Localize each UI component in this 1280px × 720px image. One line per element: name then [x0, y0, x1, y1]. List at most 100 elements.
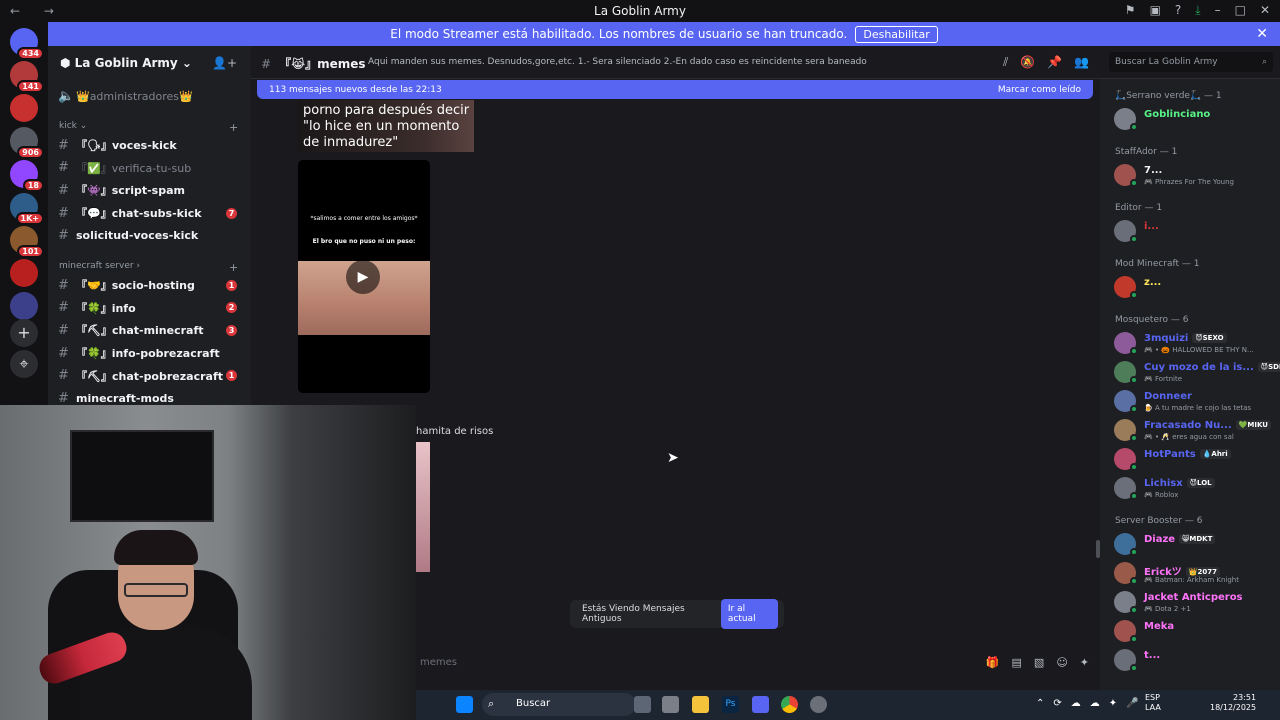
server-icon[interactable]: 141: [10, 61, 44, 93]
apps-icon[interactable]: ✦: [1080, 656, 1089, 669]
member-item[interactable]: Lichisx 😈LOL 🎮 Roblox: [1114, 475, 1278, 503]
search-input[interactable]: Buscar La Goblin Army ⌕: [1109, 52, 1273, 72]
member-item[interactable]: Donneer 🍺 A tu madre le cojo las tetas: [1114, 388, 1278, 416]
server-icon[interactable]: [10, 94, 38, 122]
admin-channel[interactable]: 🔈 👑administradores👑: [58, 86, 243, 106]
server-icon[interactable]: 906: [10, 127, 44, 159]
member-name: 7...: [1144, 165, 1163, 176]
video-attachment[interactable]: *salimos a comer entre los amigos* El br…: [298, 160, 430, 393]
sticker-icon[interactable]: ▧: [1034, 656, 1044, 669]
server-icon[interactable]: [10, 259, 38, 287]
member-item[interactable]: z...: [1114, 274, 1278, 302]
clock[interactable]: 23:51 18/12/2025: [1210, 693, 1256, 713]
image-attachment-partial[interactable]: [416, 442, 430, 572]
member-group-header: Mosquetero — 6: [1115, 315, 1189, 325]
gif-icon[interactable]: ▤: [1012, 656, 1022, 669]
add-server-icon[interactable]: +: [10, 319, 38, 347]
emoji-icon[interactable]: ☺: [1056, 656, 1067, 669]
server-icon[interactable]: [10, 292, 38, 320]
member-item[interactable]: Erickツ 👑2077 🎮 Batman: Arkham Knight: [1114, 560, 1278, 588]
member-item[interactable]: 7... 🎮 Phrazes For The Young: [1114, 162, 1278, 190]
steam-icon[interactable]: [810, 696, 827, 713]
discord-icon[interactable]: [752, 696, 769, 713]
composer-icons: 🎁 ▤ ▧ ☺ ✦: [986, 656, 1089, 669]
member-item[interactable]: HotPants 💧Ahri: [1114, 446, 1278, 474]
member-item[interactable]: Goblinciano: [1114, 106, 1278, 134]
cloud-icon[interactable]: ☁: [1090, 698, 1100, 709]
inbox-icon[interactable]: ⚑: [1125, 3, 1136, 18]
channel-item[interactable]: # 『🍀』info 2: [58, 298, 243, 318]
header-icons: ⫽ 🔕 📌 👥: [1003, 55, 1089, 70]
member-item[interactable]: Jacket Anticperos 🎮 Dota 2 +1: [1114, 589, 1278, 617]
channel-item[interactable]: # 『🗣』voces-kick: [58, 135, 243, 155]
download-icon[interactable]: ⤓: [1195, 3, 1200, 18]
tray-app2-icon[interactable]: ✦: [1109, 698, 1117, 709]
channel-label: 『🍀』info: [76, 301, 136, 315]
member-item[interactable]: Fracasado Nu... 💚MIKU 🎮 • 🥂 eres agua con …: [1114, 417, 1278, 445]
help-icon[interactable]: ?: [1175, 3, 1181, 18]
category-minecraft[interactable]: minecraft server › +: [59, 261, 238, 274]
new-messages-bar[interactable]: 113 mensajes nuevos desde las 22:13 Marc…: [257, 80, 1093, 99]
channel-item[interactable]: # 『🤝』socio-hosting 1: [58, 275, 243, 295]
mic-icon[interactable]: 🎤: [1126, 698, 1138, 709]
play-icon[interactable]: ▶: [346, 260, 380, 294]
photoshop-icon[interactable]: Ps: [722, 696, 739, 713]
member-item[interactable]: 3mquizi 😈SEXO 🎮 • 🎃 HALLOWED BE THY N...: [1114, 330, 1278, 358]
pin-icon[interactable]: 📌: [1047, 55, 1062, 70]
member-item[interactable]: Cuy mozo de la is...😈SDLG 🎮 Fortnite: [1114, 359, 1280, 387]
channel-item[interactable]: # 『⛏』chat-pobrezacraft 1: [58, 366, 243, 386]
member-name: t...: [1144, 650, 1161, 661]
channel-item[interactable]: # 『✅』verifica-tu-sub: [58, 158, 243, 178]
channel-item[interactable]: # 『⛏』chat-minecraft 3: [58, 320, 243, 340]
screen-icon[interactable]: ▣: [1150, 3, 1161, 18]
chevron-up-icon[interactable]: ⌃: [1036, 698, 1044, 709]
threads-icon[interactable]: ⫽: [1003, 55, 1008, 70]
server-icon[interactable]: 18: [10, 160, 44, 192]
chrome-icon[interactable]: [781, 696, 798, 713]
start-icon[interactable]: [456, 696, 473, 713]
member-activity: 🎮 Dota 2 +1: [1144, 605, 1191, 613]
app-icon[interactable]: [662, 696, 679, 713]
server-icon[interactable]: 434: [10, 28, 44, 60]
gift-icon[interactable]: 🎁: [986, 656, 1000, 669]
discover-icon[interactable]: ⌖: [10, 350, 38, 378]
close-window-icon[interactable]: ✕: [1260, 3, 1270, 18]
minimize-icon[interactable]: –: [1215, 3, 1221, 18]
server-icon[interactable]: 101: [10, 226, 44, 258]
members-icon[interactable]: 👥: [1074, 55, 1089, 70]
video-text-sub: El bro que no puso ni un peso:: [312, 238, 416, 245]
channel-item[interactable]: # 『💬』chat-subs-kick 7: [58, 203, 243, 223]
notifications-icon[interactable]: 🔕: [1020, 55, 1035, 70]
maximize-icon[interactable]: □: [1235, 3, 1246, 18]
invite-icon[interactable]: 👤+: [212, 56, 237, 70]
server-name-header[interactable]: ⬢ La Goblin Army ⌄: [60, 56, 192, 70]
channel-item[interactable]: # solicitud-voces-kick: [58, 226, 243, 246]
disable-streamer-button[interactable]: Deshabilitar: [855, 25, 938, 43]
mark-read-button[interactable]: Marcar como leído: [998, 85, 1081, 95]
close-icon[interactable]: ✕: [1256, 26, 1268, 42]
channel-item[interactable]: # 『🍀』info-pobrezacraft: [58, 343, 243, 363]
member-item[interactable]: Diaze 😸MDKT: [1114, 531, 1278, 559]
file-explorer-icon[interactable]: [692, 696, 709, 713]
server-icon[interactable]: 1K+: [10, 193, 44, 225]
taskview-icon[interactable]: [634, 696, 651, 713]
jump-present-button[interactable]: Ir al actual: [720, 599, 778, 629]
webcam-person-hair: [114, 530, 198, 565]
member-item[interactable]: Meka: [1114, 618, 1278, 646]
status-icon: [1130, 664, 1138, 672]
old-messages-notice: Estás Viendo Mensajes Antiguos Ir al act…: [570, 599, 784, 629]
tray-app-icon[interactable]: ⟳: [1053, 698, 1061, 709]
status-icon: [1130, 577, 1138, 585]
member-item[interactable]: t...: [1114, 647, 1278, 675]
message-input[interactable]: memes 🎁 ▤ ▧ ☺ ✦: [416, 652, 1099, 676]
channel-item[interactable]: # 『👾』script-spam: [58, 180, 243, 200]
onedrive-icon[interactable]: ☁: [1071, 698, 1081, 709]
category-kick[interactable]: kick ⌄ +: [59, 121, 238, 134]
language-indicator[interactable]: ESP LAA: [1145, 693, 1161, 713]
channel-topic[interactable]: Aqui manden sus memes. Desnudos,gore,etc…: [368, 57, 867, 67]
webcam-glasses: [124, 583, 188, 597]
guild-tag: 😈LOL: [1186, 478, 1215, 488]
taskbar-search[interactable]: Buscar: [482, 693, 636, 716]
image-attachment[interactable]: porno para después decir "lo hice en un …: [298, 100, 474, 152]
member-item[interactable]: i...: [1114, 218, 1278, 246]
